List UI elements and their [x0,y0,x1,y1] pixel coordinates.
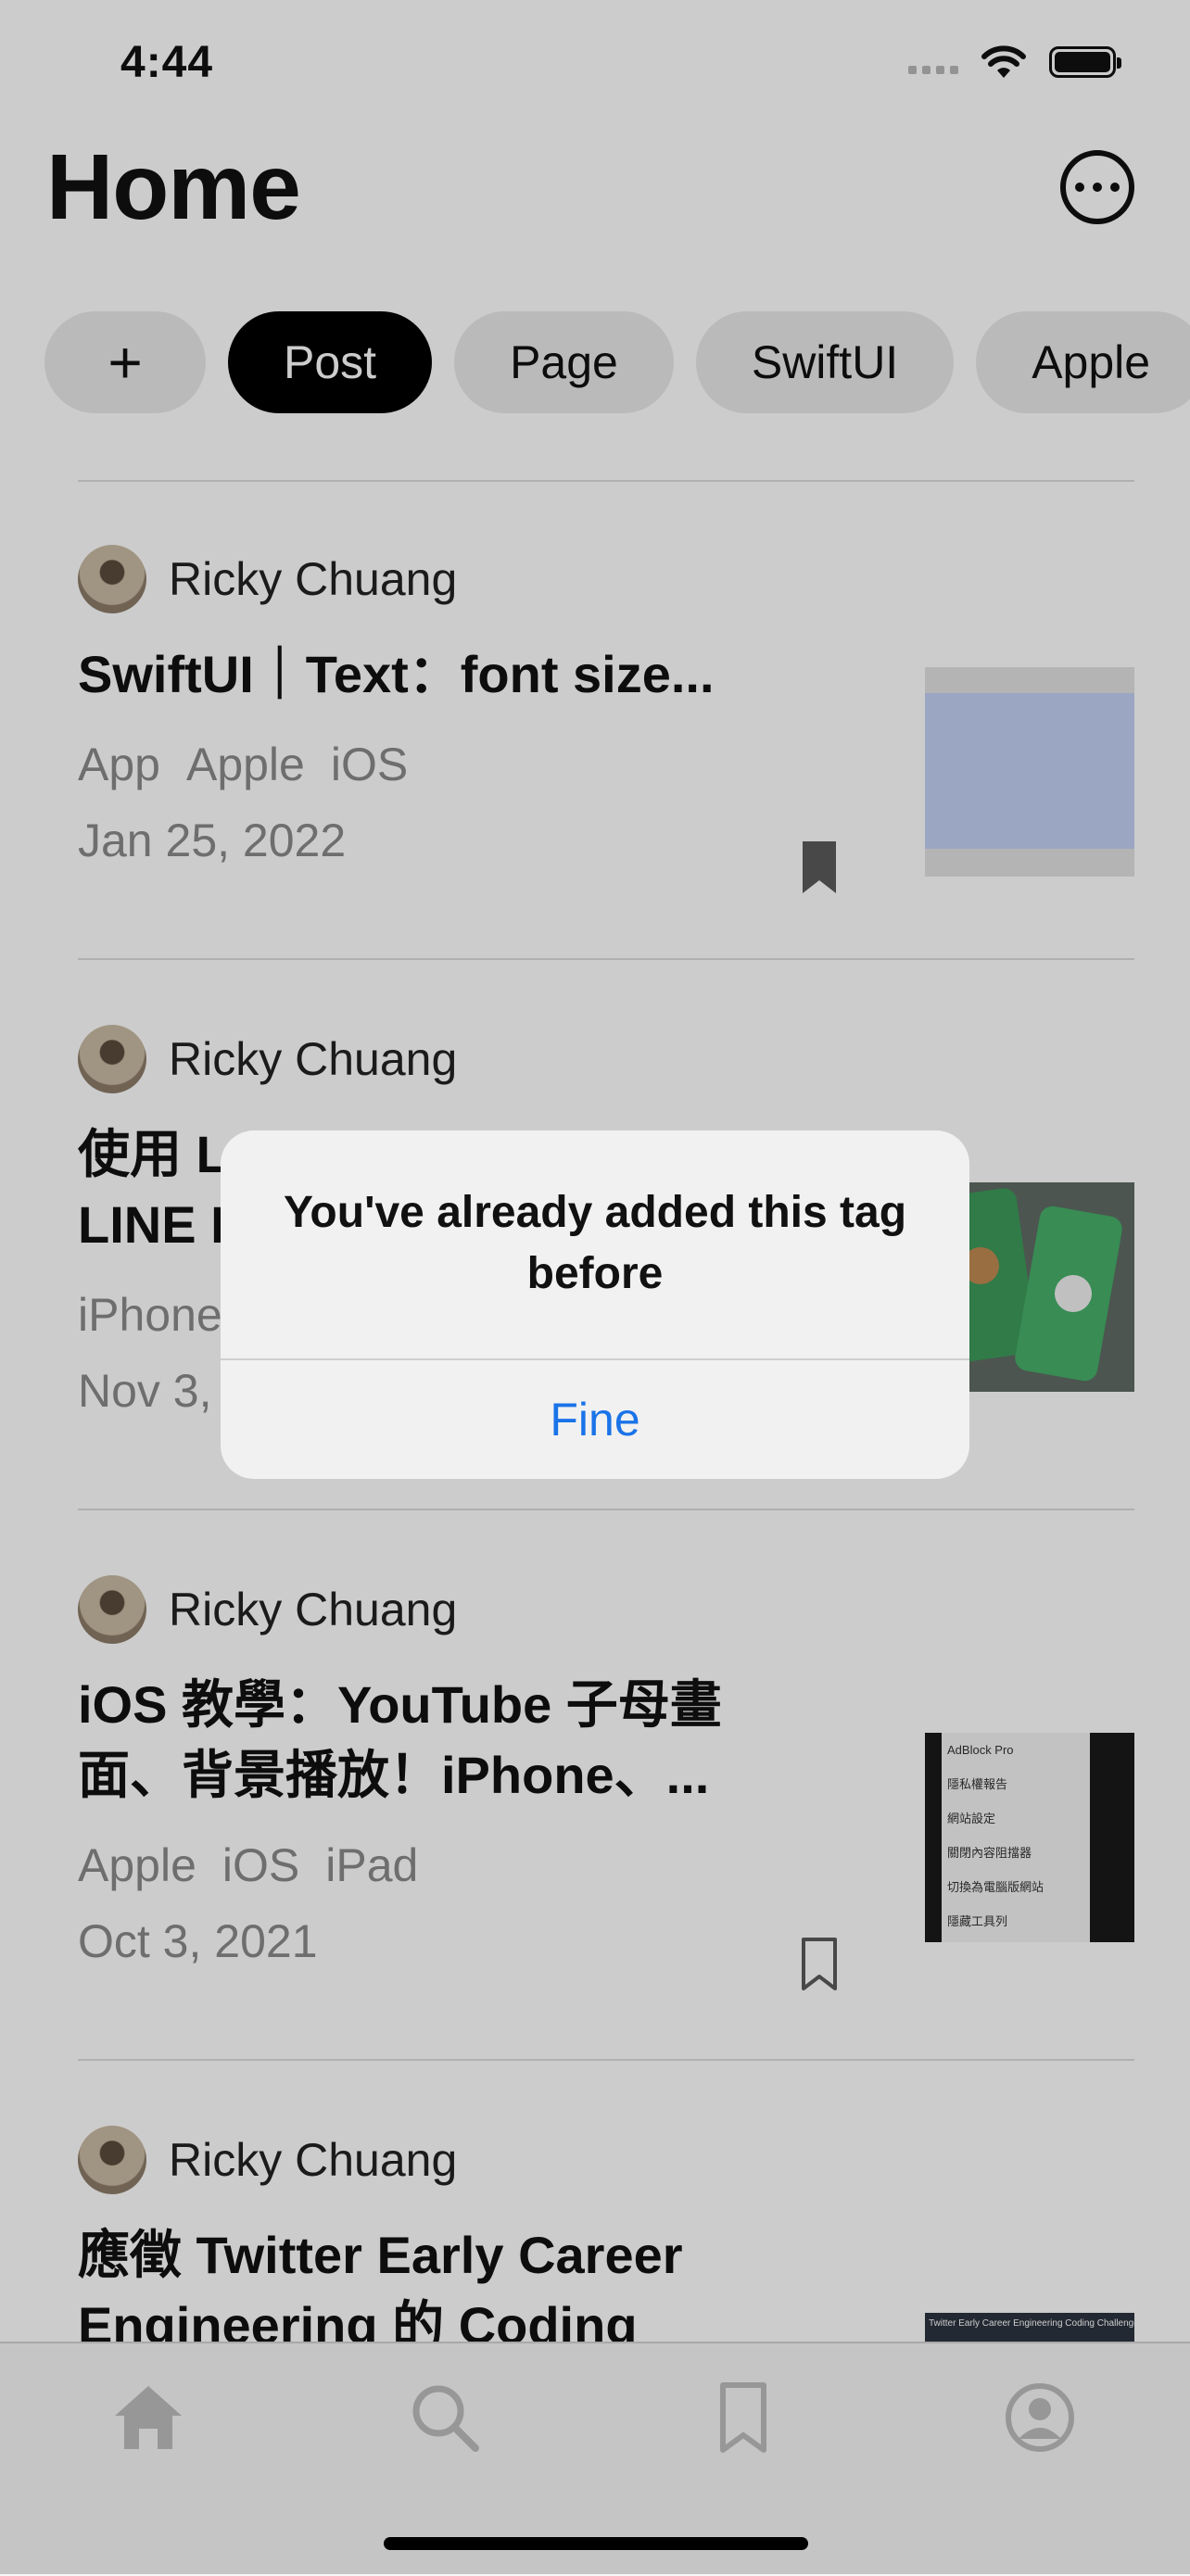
home-indicator[interactable] [384,2537,808,2550]
fine-button[interactable]: Fine [221,1360,969,1479]
alert-message: You've already added this tag before [283,1188,907,1298]
alert-dialog: You've already added this tag before Fin… [221,1130,969,1479]
